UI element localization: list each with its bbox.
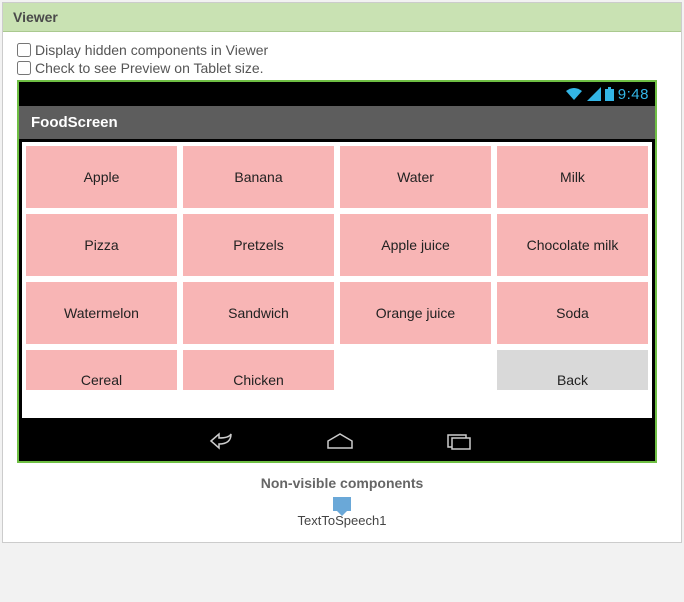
non-visible-item[interactable]: TextToSpeech1: [298, 497, 387, 528]
app-screen: Apple Banana Water Milk Pizza Pretzels A…: [19, 139, 655, 421]
food-grid: Apple Banana Water Milk Pizza Pretzels A…: [26, 146, 648, 412]
non-visible-heading: Non-visible components: [17, 475, 667, 491]
display-hidden-checkbox[interactable]: [17, 43, 31, 57]
food-button[interactable]: Water: [340, 146, 491, 208]
food-button[interactable]: Soda: [497, 282, 648, 344]
app-title-bar: FoodScreen: [19, 106, 655, 139]
wifi-icon: [565, 87, 583, 101]
food-button[interactable]: Sandwich: [183, 282, 334, 344]
back-button[interactable]: Back: [497, 350, 648, 390]
battery-icon: [605, 87, 614, 101]
viewer-panel: Viewer Display hidden components in View…: [2, 2, 682, 543]
food-button[interactable]: Orange juice: [340, 282, 491, 344]
text-to-speech-icon: [333, 497, 351, 511]
signal-icon: [587, 87, 601, 101]
food-button[interactable]: Chicken: [183, 350, 334, 390]
nav-home-icon[interactable]: [325, 432, 355, 450]
tablet-preview-row[interactable]: Check to see Preview on Tablet size.: [17, 60, 667, 76]
food-button[interactable]: Banana: [183, 146, 334, 208]
panel-title: Viewer: [3, 3, 681, 32]
nav-recent-icon[interactable]: [445, 432, 473, 450]
food-button[interactable]: Pretzels: [183, 214, 334, 276]
android-nav-bar: [19, 421, 655, 461]
food-button[interactable]: Apple: [26, 146, 177, 208]
panel-body: Display hidden components in Viewer Chec…: [3, 32, 681, 542]
food-button[interactable]: Chocolate milk: [497, 214, 648, 276]
display-hidden-label: Display hidden components in Viewer: [35, 42, 268, 58]
app-title: FoodScreen: [31, 114, 118, 131]
food-button[interactable]: Cereal: [26, 350, 177, 390]
food-button[interactable]: Watermelon: [26, 282, 177, 344]
display-hidden-row[interactable]: Display hidden components in Viewer: [17, 42, 667, 58]
nav-back-icon[interactable]: [201, 432, 235, 450]
status-clock: 9:48: [618, 86, 649, 103]
food-button[interactable]: Pizza: [26, 214, 177, 276]
food-button[interactable]: Milk: [497, 146, 648, 208]
non-visible-section: Non-visible components TextToSpeech1: [17, 475, 667, 528]
tablet-preview-checkbox[interactable]: [17, 61, 31, 75]
android-status-bar: 9:48: [19, 82, 655, 106]
empty-cell: [340, 350, 491, 390]
tablet-preview-label: Check to see Preview on Tablet size.: [35, 60, 264, 76]
food-button[interactable]: Apple juice: [340, 214, 491, 276]
device-frame: 9:48 FoodScreen Apple Banana Water Milk …: [17, 80, 657, 463]
